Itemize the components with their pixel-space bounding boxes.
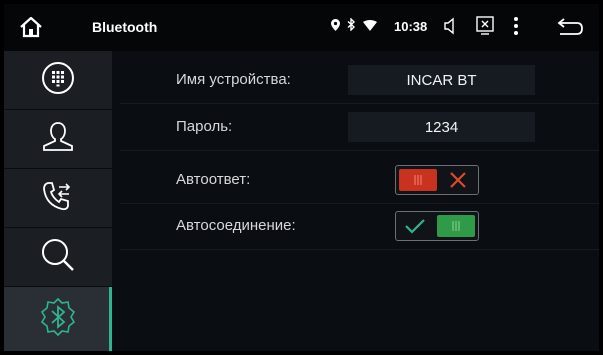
location-icon [331,18,340,36]
call-history-icon [40,179,76,218]
toggle-knob [437,215,475,237]
screen-off-icon[interactable] [476,16,494,41]
clock: 10:38 [394,19,428,34]
sidebar-item-call-history[interactable] [4,169,112,228]
back-icon[interactable] [556,16,584,43]
auto-answer-label: Автоответ: [176,171,251,188]
bluetooth-settings-panel: Имя устройства: INCAR BT Пароль: 1234 Ав… [112,51,599,351]
bluetooth-icon [347,17,356,36]
device-name-label: Имя устройства: [176,71,291,88]
auto-connect-toggle[interactable] [395,211,479,241]
sidebar-item-contacts[interactable] [4,110,112,169]
check-icon [405,219,425,234]
status-icons [331,17,377,37]
auto-connect-row: Автосоединение: [120,203,599,250]
password-label: Пароль: [176,118,233,135]
sidebar-item-search[interactable] [4,228,112,287]
cross-icon [450,172,466,188]
auto-answer-toggle[interactable] [395,165,479,195]
sidebar-item-bluetooth-settings[interactable] [4,287,112,351]
password-field[interactable]: 1234 [348,112,535,142]
auto-connect-label: Автосоединение: [176,217,296,234]
device-name-field[interactable]: INCAR BT [348,65,535,95]
auto-answer-row: Автоответ: [120,157,599,204]
wifi-icon [363,18,377,36]
volume-icon[interactable] [444,17,458,40]
device-name-row: Имя устройства: INCAR BT [120,57,599,104]
password-row: Пароль: 1234 [120,104,599,151]
app-window: Bluetooth 10:38 Имя устройства: INCAR BT… [4,4,599,351]
toggle-knob [399,169,437,191]
sidebar-item-dialpad[interactable] [4,51,112,110]
menu-dots-icon[interactable] [513,16,519,41]
status-bar: Bluetooth 10:38 [4,4,599,51]
dialpad-icon [41,61,75,100]
sidebar [4,51,112,351]
page-title: Bluetooth [92,19,158,35]
bluetooth-settings-icon [38,297,78,342]
search-icon [40,237,76,278]
home-icon[interactable] [18,15,44,39]
contacts-icon [41,120,75,159]
